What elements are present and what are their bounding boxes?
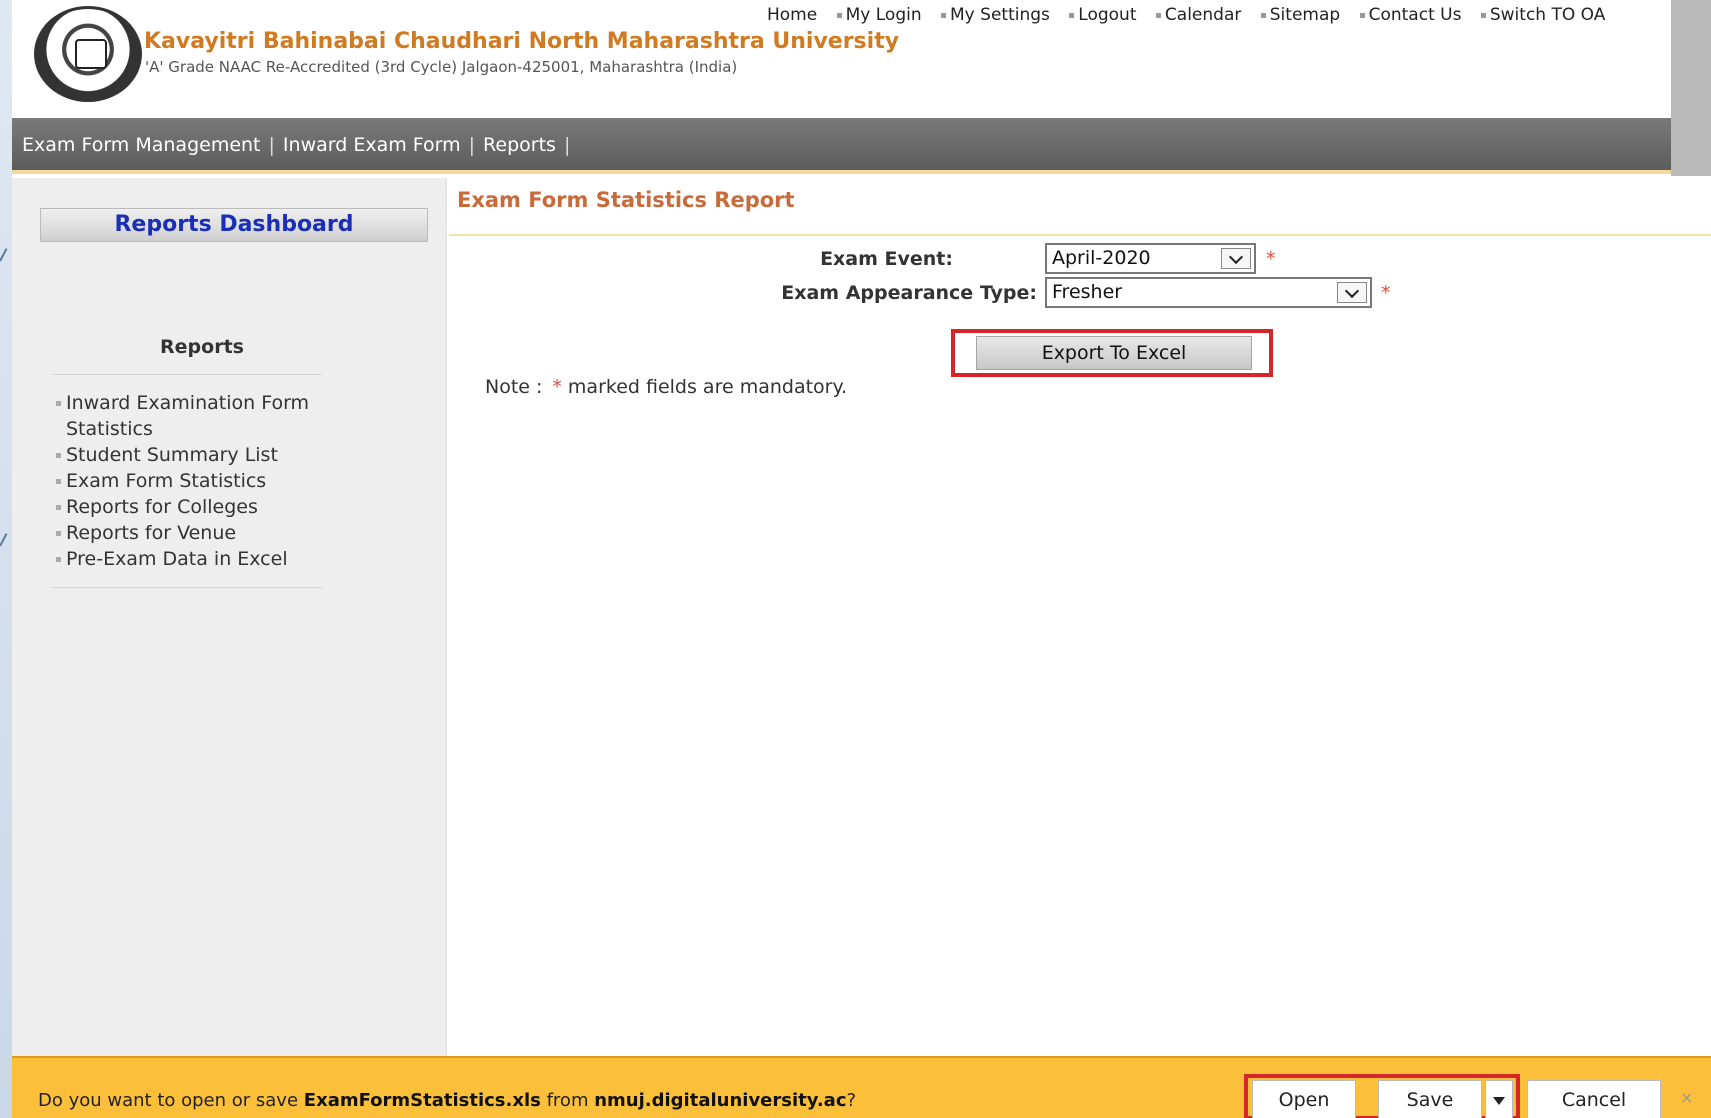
sidebar: Reports Dashboard Reports Inward Examina… (12, 178, 447, 1056)
switch-to-oa-label: Switch TO OA (1489, 5, 1606, 25)
export-to-excel-button[interactable]: Export To Excel (976, 336, 1252, 370)
calendar-link[interactable]: Calendar (1155, 5, 1242, 25)
divider (52, 374, 322, 375)
reports-dashboard-button[interactable]: Reports Dashboard (40, 208, 428, 242)
my-login-label: My Login (845, 5, 922, 25)
exam-event-label: Exam Event: (820, 248, 953, 270)
bullet-icon (1359, 12, 1365, 18)
page-title: Exam Form Statistics Report (457, 188, 795, 212)
calendar-label: Calendar (1164, 5, 1242, 25)
sidebar-item-student-summary-list[interactable]: Student Summary List (52, 442, 382, 468)
my-login-link[interactable]: My Login (836, 5, 922, 25)
nav-reports[interactable]: Reports (483, 134, 556, 156)
note-prefix: Note : (485, 376, 543, 398)
nav-separator: | (563, 134, 571, 156)
nav-items: Exam Form Management | Inward Exam Form | Re… (22, 134, 578, 156)
university-logo (34, 6, 142, 102)
required-marker: * (1266, 248, 1276, 270)
reports-list: Inward Examination Form Statistics Stude… (52, 390, 382, 572)
open-button[interactable]: Open (1252, 1080, 1356, 1118)
chevron-down-icon[interactable] (1221, 248, 1251, 269)
mandatory-note: Note : * marked fields are mandatory. (485, 376, 847, 398)
download-prefix: Do you want to open or save (38, 1090, 299, 1111)
nav-inward-exam-form[interactable]: Inward Exam Form (283, 134, 461, 156)
exam-event-select[interactable]: April-2020 (1045, 243, 1256, 274)
nav-exam-form-management[interactable]: Exam Form Management (22, 134, 261, 156)
download-notification-bar: Do you want to open or save ExamFormStat… (12, 1056, 1711, 1118)
sitemap-label: Sitemap (1269, 5, 1341, 25)
nav-separator: | (268, 134, 275, 156)
bullet-icon (1480, 12, 1486, 18)
close-icon[interactable]: × (1680, 1088, 1693, 1107)
note-star: * (552, 376, 562, 398)
dropdown-arrow-icon (1493, 1096, 1505, 1105)
download-domain: nmuj.digitaluniversity.ac (594, 1090, 847, 1111)
cancel-button[interactable]: Cancel (1527, 1080, 1661, 1118)
bullet-icon (1260, 12, 1266, 18)
contact-us-link[interactable]: Contact Us (1359, 5, 1462, 25)
switch-to-oa-link[interactable]: Switch TO OA (1480, 5, 1606, 25)
sidebar-item-pre-exam-data-in-excel[interactable]: Pre-Exam Data in Excel (52, 546, 382, 572)
required-marker: * (1381, 282, 1391, 304)
my-settings-link[interactable]: My Settings (941, 5, 1050, 25)
top-links: Home My Login My Settings Logout Calenda… (767, 5, 1619, 25)
home-link[interactable]: Home (767, 5, 817, 25)
bullet-icon (1069, 12, 1075, 18)
save-options-button[interactable] (1485, 1080, 1513, 1118)
site-header: Kavayitri Bahinabai Chaudhari North Maha… (12, 0, 1671, 118)
nav-separator: | (468, 134, 476, 156)
sitemap-link[interactable]: Sitemap (1260, 5, 1341, 25)
logout-link[interactable]: Logout (1069, 5, 1137, 25)
decorative-stroke (0, 248, 8, 262)
main-nav: Exam Form Management | Inward Exam Form | Re… (12, 118, 1671, 174)
download-prompt: Do you want to open or save ExamFormStat… (38, 1090, 856, 1111)
exam-event-value: April-2020 (1052, 247, 1151, 269)
scrollbar[interactable] (1671, 0, 1711, 176)
main-content: Exam Form Statistics Report Exam Event: … (449, 178, 1711, 1056)
exam-appearance-type-value: Fresher (1052, 281, 1123, 303)
contact-us-label: Contact Us (1368, 5, 1462, 25)
decorative-stroke (0, 533, 8, 547)
chevron-down-icon[interactable] (1337, 282, 1367, 303)
save-button[interactable]: Save (1378, 1080, 1482, 1118)
my-settings-label: My Settings (950, 5, 1050, 25)
exam-appearance-type-select[interactable]: Fresher (1045, 277, 1372, 308)
note-text: marked fields are mandatory. (567, 376, 848, 398)
download-filename: ExamFormStatistics.xls (303, 1090, 541, 1111)
sidebar-item-inward-examination-form-statistics[interactable]: Inward Examination Form Statistics (52, 390, 382, 442)
sidebar-item-reports-for-colleges[interactable]: Reports for Colleges (52, 494, 382, 520)
bullet-icon (836, 12, 842, 18)
logout-label: Logout (1078, 5, 1137, 25)
bullet-icon (1155, 12, 1161, 18)
title-divider (449, 234, 1711, 236)
sidebar-item-exam-form-statistics[interactable]: Exam Form Statistics (52, 468, 382, 494)
accreditation-subtitle: 'A' Grade NAAC Re-Accredited (3rd Cycle)… (145, 58, 738, 76)
exam-appearance-type-label: Exam Appearance Type: (781, 282, 1037, 304)
download-suffix: ? (846, 1090, 857, 1111)
download-middle: from (546, 1090, 589, 1111)
university-name: Kavayitri Bahinabai Chaudhari North Maha… (144, 29, 900, 54)
book-emblem-icon (75, 39, 107, 69)
reports-heading: Reports (160, 336, 244, 358)
left-edge-decoration (0, 0, 12, 1118)
sidebar-item-reports-for-venue[interactable]: Reports for Venue (52, 520, 382, 546)
divider (52, 587, 322, 588)
bullet-icon (941, 12, 947, 18)
